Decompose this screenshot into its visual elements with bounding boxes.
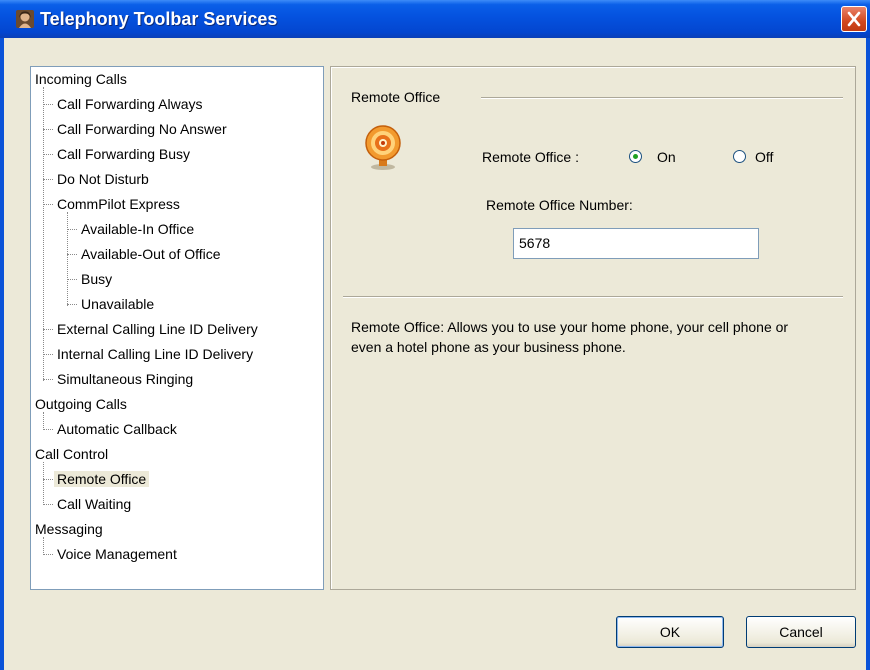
- tree-connector: [43, 104, 53, 105]
- ok-button[interactable]: OK: [616, 616, 724, 648]
- tree-item-remote-office[interactable]: Remote Office: [54, 469, 150, 489]
- tree-item-label: Call Waiting: [57, 496, 132, 512]
- tree-item-label: Voice Management: [57, 546, 177, 562]
- tree-item-label: Available-In Office: [81, 221, 195, 237]
- remote-office-number-label: Remote Office Number:: [486, 197, 633, 213]
- tree-item-label: Call Control: [35, 446, 109, 462]
- tree-guide-line: [43, 462, 44, 505]
- remote-office-on-label[interactable]: On: [657, 149, 676, 165]
- tree-item-label: Automatic Callback: [57, 421, 177, 437]
- tree-connector: [67, 304, 77, 305]
- tree-item-internal-calling-line-id[interactable]: Internal Calling Line ID Delivery: [57, 344, 253, 364]
- tree-item-label: Remote Office: [54, 471, 150, 487]
- services-tree[interactable]: Incoming Calls Call Forwarding Always Ca…: [30, 66, 324, 590]
- tree-connector: [67, 279, 77, 280]
- tree-item-automatic-callback[interactable]: Automatic Callback: [57, 419, 177, 439]
- tree-connector: [43, 554, 53, 555]
- tree-item-unavailable[interactable]: Unavailable: [81, 294, 154, 314]
- tree-connector: [67, 229, 77, 230]
- tree-item-label: Call Forwarding No Answer: [57, 121, 227, 137]
- tree-item-label: Outgoing Calls: [35, 396, 127, 412]
- dialog-client-area: Incoming Calls Call Forwarding Always Ca…: [4, 38, 866, 670]
- tree-item-label: Busy: [81, 271, 113, 287]
- tree-item-label: CommPilot Express: [57, 196, 180, 212]
- title-bar[interactable]: Telephony Toolbar Services: [0, 0, 870, 38]
- tree-guide-line: [43, 412, 44, 430]
- tree-item-messaging[interactable]: Messaging: [35, 519, 103, 539]
- tree-item-busy[interactable]: Busy: [81, 269, 112, 289]
- tree-item-label: Available-Out of Office: [81, 246, 221, 262]
- close-icon: [847, 11, 861, 27]
- tree-connector: [43, 204, 53, 205]
- section-divider: [343, 296, 843, 298]
- tree-item-do-not-disturb[interactable]: Do Not Disturb: [57, 169, 149, 189]
- remote-office-number-input[interactable]: 5678: [513, 228, 759, 259]
- tree-connector: [43, 429, 53, 430]
- tree-connector: [67, 254, 77, 255]
- tree-item-call-forwarding-always[interactable]: Call Forwarding Always: [57, 94, 203, 114]
- remote-office-target-icon: [365, 125, 401, 170]
- tree-item-voice-management[interactable]: Voice Management: [57, 544, 177, 564]
- remote-office-off-radio[interactable]: [733, 150, 746, 163]
- tree-item-label: Call Forwarding Always: [57, 96, 203, 112]
- tree-item-call-forwarding-busy[interactable]: Call Forwarding Busy: [57, 144, 190, 164]
- tree-item-available-in-office[interactable]: Available-In Office: [81, 219, 194, 239]
- tree-connector: [43, 179, 53, 180]
- tree-item-label: Unavailable: [81, 296, 155, 312]
- tree-guide-line: [43, 537, 44, 555]
- tree-item-incoming-calls[interactable]: Incoming Calls: [35, 69, 127, 89]
- remote-office-off-label[interactable]: Off: [755, 149, 773, 165]
- app-icon: [16, 10, 34, 28]
- tree-connector: [43, 379, 53, 380]
- tree-item-label: External Calling Line ID Delivery: [57, 321, 258, 337]
- tree-connector: [43, 354, 53, 355]
- tree-item-outgoing-calls[interactable]: Outgoing Calls: [35, 394, 127, 414]
- tree-guide-line: [43, 87, 44, 381]
- tree-item-label: Do Not Disturb: [57, 171, 149, 187]
- tree-connector: [43, 154, 53, 155]
- tree-item-simultaneous-ringing[interactable]: Simultaneous Ringing: [57, 369, 193, 389]
- tree-connector: [43, 129, 53, 130]
- tree-item-commpilot-express[interactable]: CommPilot Express: [57, 194, 180, 214]
- dialog-window: Telephony Toolbar Services Incoming Call…: [0, 0, 870, 670]
- cancel-button[interactable]: Cancel: [746, 616, 856, 648]
- tree-connector: [43, 479, 53, 480]
- tree-item-label: Incoming Calls: [35, 71, 127, 87]
- tree-guide-line: [67, 212, 68, 306]
- remote-office-on-radio[interactable]: [629, 150, 642, 163]
- tree-item-label: Simultaneous Ringing: [57, 371, 194, 387]
- group-title: Remote Office: [351, 89, 441, 105]
- tree-item-call-forwarding-no-answer[interactable]: Call Forwarding No Answer: [57, 119, 227, 139]
- remote-office-panel: Remote Office Remote Office : On Off Rem…: [330, 66, 856, 590]
- tree-item-label: Internal Calling Line ID Delivery: [57, 346, 254, 362]
- close-button[interactable]: [841, 6, 867, 32]
- group-divider: [481, 97, 843, 99]
- tree-item-call-waiting[interactable]: Call Waiting: [57, 494, 131, 514]
- tree-connector: [43, 504, 53, 505]
- window-title: Telephony Toolbar Services: [40, 9, 278, 29]
- tree-connector: [43, 329, 53, 330]
- remote-office-label: Remote Office :: [482, 149, 580, 165]
- tree-item-label: Call Forwarding Busy: [57, 146, 191, 162]
- tree-item-call-control[interactable]: Call Control: [35, 444, 108, 464]
- tree-item-external-calling-line-id[interactable]: External Calling Line ID Delivery: [57, 319, 258, 339]
- tree-item-available-out-of-office[interactable]: Available-Out of Office: [81, 244, 221, 264]
- remote-office-description: Remote Office: Allows you to use your ho…: [351, 319, 789, 355]
- tree-item-label: Messaging: [35, 521, 103, 537]
